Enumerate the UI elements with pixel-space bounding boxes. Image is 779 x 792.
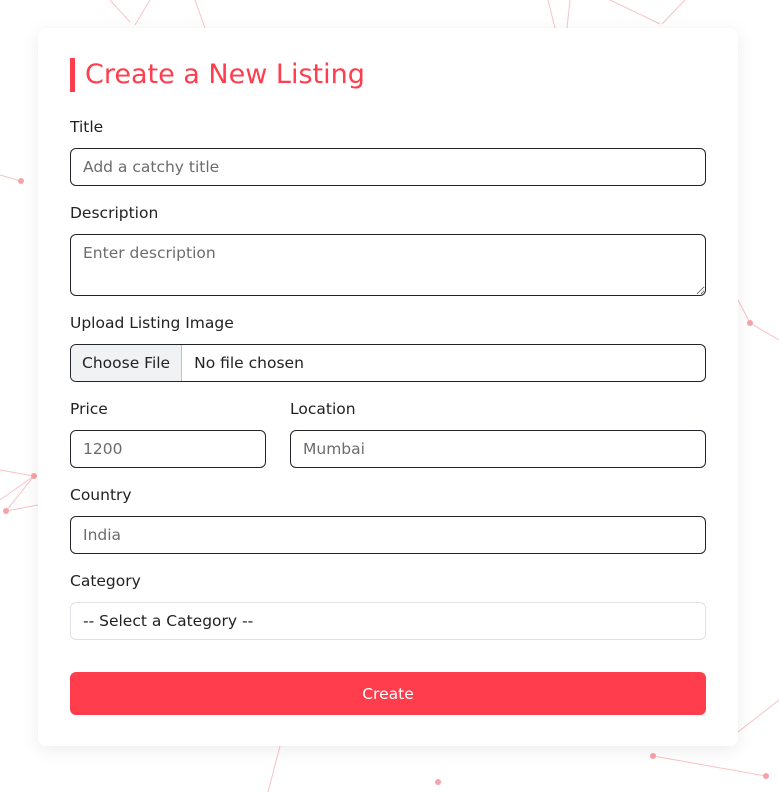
category-select[interactable]: -- Select a Category -- [70, 602, 706, 640]
location-label: Location [290, 400, 356, 418]
price-input[interactable] [70, 430, 266, 468]
image-upload-label: Upload Listing Image [70, 314, 234, 332]
description-label: Description [70, 204, 159, 222]
location-input[interactable] [290, 430, 706, 468]
image-file-input[interactable]: Choose File No file chosen [70, 344, 706, 382]
choose-file-button[interactable]: Choose File [71, 345, 183, 381]
file-status-text: No file chosen [194, 354, 304, 372]
country-label: Country [70, 486, 132, 504]
category-label: Category [70, 572, 141, 590]
price-label: Price [70, 400, 108, 418]
title-label: Title [70, 118, 104, 136]
create-button[interactable]: Create [70, 672, 706, 715]
description-textarea[interactable] [70, 234, 706, 296]
page-title: Create a New Listing [70, 58, 365, 92]
create-listing-card: Create a New Listing Title Description U… [38, 28, 738, 746]
category-selected-value: -- Select a Category -- [83, 612, 254, 630]
country-input[interactable] [70, 516, 706, 554]
title-input[interactable] [70, 148, 706, 186]
